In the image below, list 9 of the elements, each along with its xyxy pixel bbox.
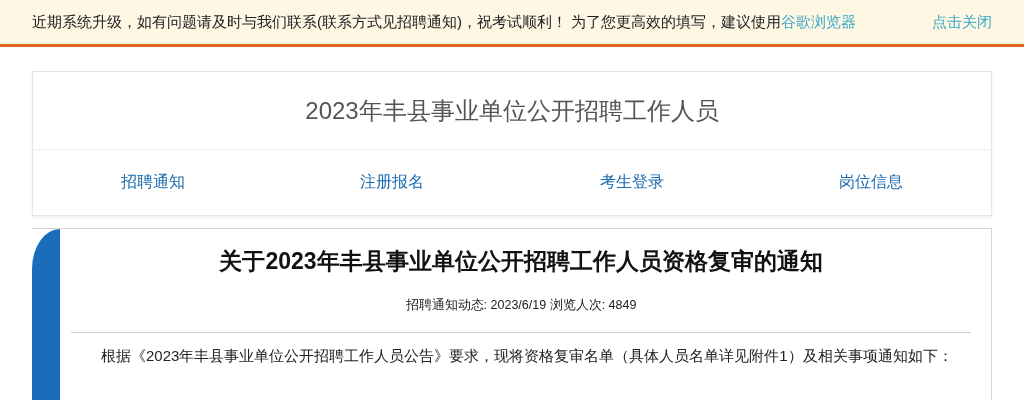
article-meta: 招聘通知动态: 2023/6/19 浏览人次: 4849 — [404, 297, 638, 314]
article-paragraph: 根据《2023年丰县事业单位公开招聘工作人员公告》要求，现将资格复审名单（具体人员名单详见附件1）及相关事项通知如下： — [100, 347, 954, 365]
article-title: 关于2023年丰县事业单位公开招聘工作人员资格复审的通知 — [218, 247, 824, 276]
notice-text: 近期系统升级，如有问题请及时与我们联系(联系方式见招聘通知)，祝考试顺利！ 为了您更高效的填写，建议使用谷歌浏览器 — [32, 12, 857, 32]
site-title: 2023年丰县事业单位公开招聘工作人员 — [305, 95, 719, 126]
nav-link[interactable]: 招聘通知 — [120, 172, 185, 193]
nav-link[interactable]: 岗位信息 — [839, 172, 904, 193]
nav-link[interactable]: 注册报名 — [360, 172, 425, 193]
nav-link[interactable]: 考生登录 — [599, 172, 664, 193]
